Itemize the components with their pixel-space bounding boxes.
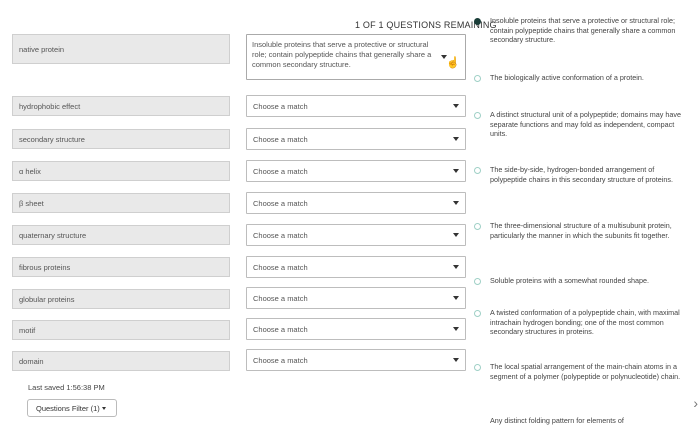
match-select-value: Choose a match: [253, 325, 308, 334]
questions-filter-label: Questions Filter (1): [36, 404, 100, 413]
match-select-domain[interactable]: Choose a match: [246, 349, 466, 371]
match-select-value: Choose a match: [253, 102, 308, 111]
chevron-down-icon: [102, 407, 106, 410]
match-select-value: Choose a match: [253, 135, 308, 144]
match-select-value: Insoluble proteins that serve a protecti…: [252, 40, 432, 69]
radio-selected-icon[interactable]: [474, 18, 481, 25]
match-select-globular-proteins[interactable]: Choose a match: [246, 287, 466, 309]
chevron-down-icon: [453, 358, 459, 362]
option-text: Any distinct folding pattern for element…: [490, 416, 624, 425]
match-select-value: Choose a match: [253, 294, 308, 303]
match-select-quaternary-structure[interactable]: Choose a match: [246, 224, 466, 246]
chevron-down-icon: [453, 327, 459, 331]
option-text: The three-dimensional structure of a mul…: [490, 221, 672, 240]
option-item[interactable]: The side-by-side, hydrogen-bonded arrang…: [474, 165, 691, 184]
chevron-down-icon: [453, 104, 459, 108]
term-motif: motif: [12, 320, 230, 340]
term-native-protein: native protein: [12, 34, 230, 64]
term-quaternary-structure: quaternary structure: [12, 225, 230, 245]
option-text: Insoluble proteins that serve a protecti…: [490, 16, 676, 44]
radio-icon[interactable]: [474, 310, 481, 317]
match-select-fibrous-proteins[interactable]: Choose a match: [246, 256, 466, 278]
option-text: The biologically active conformation of …: [490, 73, 644, 82]
option-text: A twisted conformation of a polypeptide …: [490, 308, 680, 336]
option-text: The local spatial arrangement of the mai…: [490, 362, 681, 381]
match-select-secondary-structure[interactable]: Choose a match: [246, 128, 466, 150]
term-alpha-helix: α helix: [12, 161, 230, 181]
option-item[interactable]: Insoluble proteins that serve a protecti…: [474, 16, 691, 45]
term-hydrophobic-effect: hydrophobic effect: [12, 96, 230, 116]
match-select-alpha-helix[interactable]: Choose a match: [246, 160, 466, 182]
radio-icon[interactable]: [474, 223, 481, 230]
hand-cursor-icon: ☝: [446, 57, 460, 69]
match-select-value: Choose a match: [253, 356, 308, 365]
chevron-down-icon: [453, 233, 459, 237]
chevron-right-icon[interactable]: ›: [693, 395, 698, 411]
last-saved-label: Last saved 1:56:38 PM: [28, 383, 105, 392]
chevron-down-icon: [453, 169, 459, 173]
option-item[interactable]: The local spatial arrangement of the mai…: [474, 362, 691, 381]
chevron-down-icon: [453, 296, 459, 300]
term-secondary-structure: secondary structure: [12, 129, 230, 149]
match-select-motif[interactable]: Choose a match: [246, 318, 466, 340]
match-select-value: Choose a match: [253, 231, 308, 240]
match-select-value: Choose a match: [253, 263, 308, 272]
option-item[interactable]: The three-dimensional structure of a mul…: [474, 221, 691, 240]
match-select-hydrophobic-effect[interactable]: Choose a match: [246, 95, 466, 117]
match-select-native-protein[interactable]: Insoluble proteins that serve a protecti…: [246, 34, 466, 80]
match-select-beta-sheet[interactable]: Choose a match: [246, 192, 466, 214]
option-text: The side-by-side, hydrogen-bonded arrang…: [490, 165, 673, 184]
chevron-down-icon: [453, 265, 459, 269]
radio-icon[interactable]: [474, 167, 481, 174]
match-select-value: Choose a match: [253, 167, 308, 176]
radio-icon[interactable]: [474, 75, 481, 82]
questions-filter-button[interactable]: Questions Filter (1): [27, 399, 117, 417]
chevron-down-icon: [453, 201, 459, 205]
option-item[interactable]: Soluble proteins with a somewhat rounded…: [474, 276, 691, 286]
match-select-value: Choose a match: [253, 199, 308, 208]
chevron-down-icon: [453, 137, 459, 141]
term-globular-proteins: globular proteins: [12, 289, 230, 309]
option-text: A distinct structural unit of a polypept…: [490, 110, 681, 138]
option-item[interactable]: Any distinct folding pattern for element…: [486, 416, 691, 426]
term-beta-sheet: β sheet: [12, 193, 230, 213]
radio-icon[interactable]: [474, 364, 481, 371]
option-item[interactable]: The biologically active conformation of …: [474, 73, 691, 83]
option-item[interactable]: A twisted conformation of a polypeptide …: [474, 308, 691, 337]
option-item[interactable]: A distinct structural unit of a polypept…: [474, 110, 691, 139]
term-fibrous-proteins: fibrous proteins: [12, 257, 230, 277]
radio-icon[interactable]: [474, 278, 481, 285]
option-text: Soluble proteins with a somewhat rounded…: [490, 276, 650, 285]
term-domain: domain: [12, 351, 230, 371]
radio-icon[interactable]: [474, 112, 481, 119]
